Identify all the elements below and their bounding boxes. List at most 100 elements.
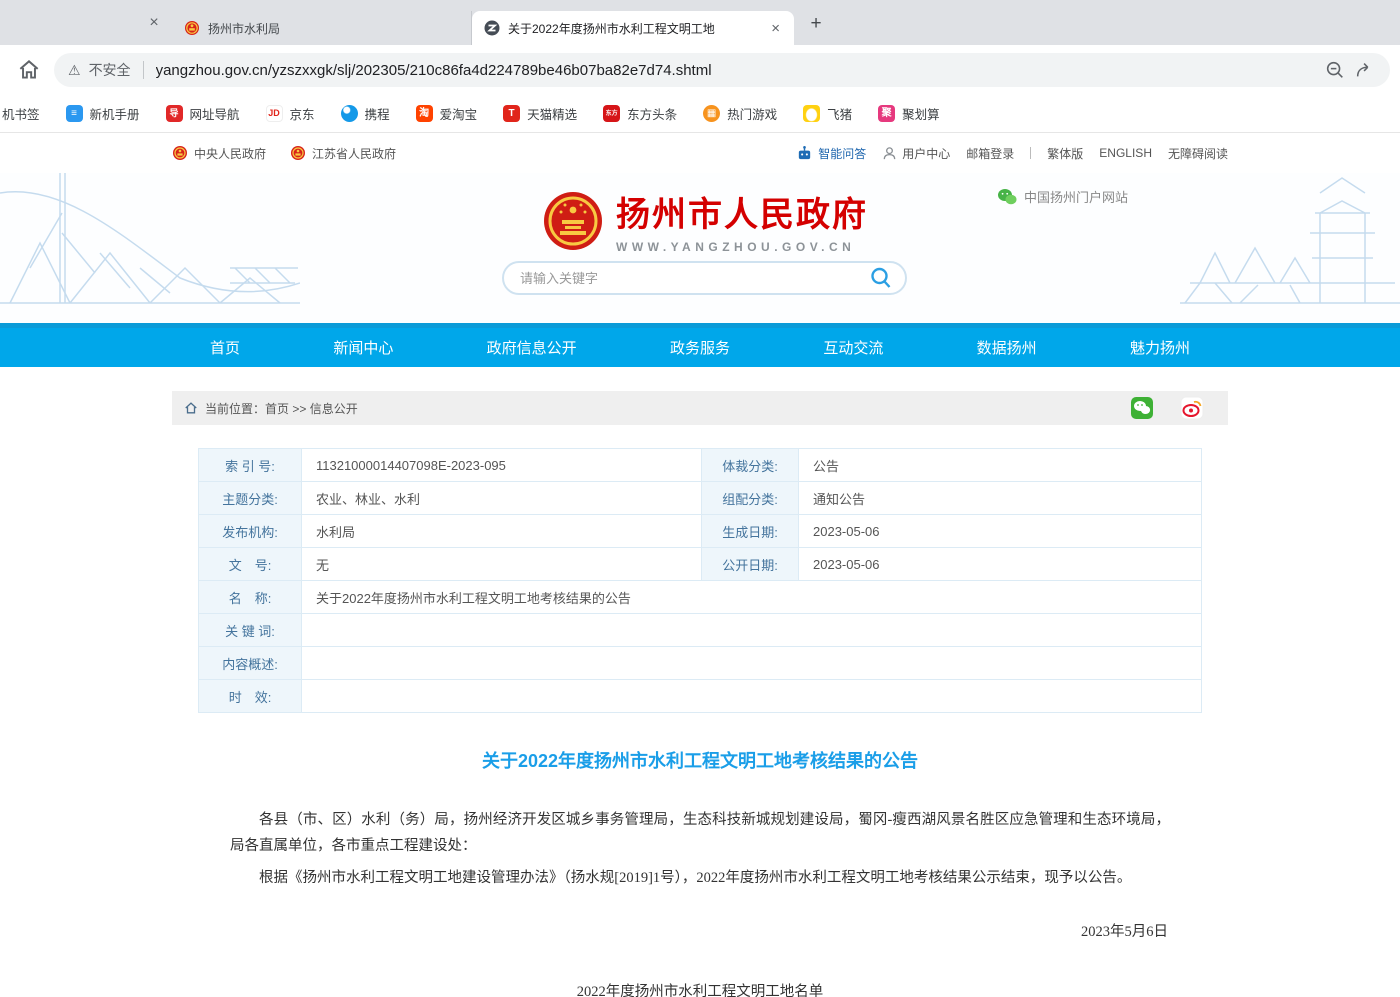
breadcrumb-path[interactable]: 首页 >> 信息公开 — [265, 400, 358, 417]
meta-value — [302, 614, 1202, 647]
tab-title: 扬州市水利局 — [208, 20, 459, 37]
breadcrumb: 当前位置： 首页 >> 信息公开 — [172, 391, 1228, 425]
manual-icon: ≡ — [66, 105, 83, 122]
site-header: 扬州市人民政府 WWW.YANGZHOU.GOV.CN 中国扬州门户网站 — [0, 173, 1400, 323]
link-label: 繁体版 — [1047, 145, 1083, 162]
taobao-icon: 淘 — [416, 105, 433, 122]
national-emblem — [542, 190, 604, 252]
bookmark-fliggy[interactable]: 飞猪 — [803, 104, 852, 123]
url-bar[interactable]: ⚠ 不安全 yangzhou.gov.cn/yzszxxgk/slj/20230… — [54, 53, 1390, 87]
gov-emblem-icon — [172, 145, 188, 161]
meta-row: 时 效: — [199, 680, 1202, 713]
home-icon[interactable] — [16, 57, 42, 83]
tmall-icon: T — [503, 105, 520, 122]
meta-label: 生成日期: — [702, 515, 799, 548]
link-central-gov[interactable]: 中央人民政府 — [172, 145, 266, 162]
tab-strip: × 扬州市水利局 关于2022年度扬州市水利工程文明工地 × + — [0, 0, 1400, 45]
site-brand[interactable]: 扬州市人民政府 WWW.YANGZHOU.GOV.CN — [542, 187, 868, 254]
meta-label: 索 引 号: — [199, 449, 302, 482]
bookmark-jd[interactable]: JD京东 — [266, 104, 315, 123]
meta-label: 发布机构: — [199, 515, 302, 548]
browser-tab[interactable]: 扬州市水利局 — [172, 11, 472, 45]
portal-label: 中国扬州门户网站 — [1024, 187, 1128, 206]
wechat-icon — [997, 188, 1017, 206]
meta-row: 名 称: 关于2022年度扬州市水利工程文明工地考核结果的公告 — [199, 581, 1202, 614]
nav-interaction[interactable]: 互动交流 — [823, 337, 883, 358]
nav-home[interactable]: 首页 — [210, 337, 240, 358]
meta-value — [302, 680, 1202, 713]
zoom-out-icon[interactable] — [1324, 59, 1346, 81]
article-title: 关于2022年度扬州市水利工程文明工地考核结果的公告 — [172, 747, 1228, 773]
site-url: WWW.YANGZHOU.GOV.CN — [616, 240, 868, 254]
meta-row: 发布机构: 水利局 生成日期: 2023-05-06 — [199, 515, 1202, 548]
search-box[interactable] — [502, 261, 907, 295]
url-text[interactable]: yangzhou.gov.cn/yzszxxgk/slj/202305/210c… — [156, 62, 1316, 79]
mail-login-link[interactable]: 邮箱登录 — [966, 145, 1014, 162]
meta-label: 主题分类: — [199, 482, 302, 515]
bookmark-label: 聚划算 — [902, 104, 940, 123]
gov-emblem-favicon — [184, 20, 200, 36]
bookmark-phone-bookmarks[interactable]: 机书签 — [2, 104, 40, 123]
article-paragraph: 根据《扬州市水利工程文明工地建设管理办法》（扬水规[2019]1号），2022年… — [230, 865, 1170, 891]
eastday-icon: 东方 — [603, 105, 620, 122]
weibo-share-icon[interactable] — [1180, 396, 1204, 420]
bookmark-eastday[interactable]: 东方东方头条 — [603, 104, 677, 123]
english-link[interactable]: ENGLISH — [1099, 146, 1152, 160]
bookmark-juhuasuan[interactable]: 聚聚划算 — [878, 104, 940, 123]
close-icon[interactable]: × — [769, 20, 782, 37]
browser-tab-active[interactable]: 关于2022年度扬州市水利工程文明工地 × — [472, 11, 794, 45]
meta-label: 内容概述: — [199, 647, 302, 680]
meta-label: 体裁分类: — [702, 449, 799, 482]
accessibility-link[interactable]: 无障碍阅读 — [1168, 145, 1228, 162]
bookmark-site-nav[interactable]: 导网址导航 — [166, 104, 240, 123]
bookmark-tmall[interactable]: T天猫精选 — [503, 104, 577, 123]
bookmark-label: 机书签 — [2, 104, 40, 123]
nav-data[interactable]: 数据扬州 — [977, 337, 1037, 358]
wechat-share-icon[interactable] — [1130, 396, 1154, 420]
nav-news[interactable]: 新闻中心 — [333, 337, 393, 358]
meta-value — [302, 647, 1202, 680]
gov-topbar: 中央人民政府 江苏省人民政府 智能问答 — [0, 133, 1400, 173]
portal-link[interactable]: 中国扬州门户网站 — [997, 187, 1128, 206]
meta-label: 时 效: — [199, 680, 302, 713]
nav-charm[interactable]: 魅力扬州 — [1130, 337, 1190, 358]
smart-qa-link[interactable]: 智能问答 — [796, 145, 866, 162]
share-icon[interactable] — [1354, 59, 1376, 81]
browser-logo-favicon — [484, 20, 500, 36]
search-icon[interactable] — [869, 266, 893, 290]
breadcrumb-label: 当前位置： — [205, 400, 265, 417]
link-label: 无障碍阅读 — [1168, 145, 1228, 162]
meta-value: 通知公告 — [799, 482, 1202, 515]
divider — [143, 61, 144, 79]
bookmark-label: 携程 — [365, 104, 390, 123]
new-tab-button[interactable]: + — [802, 10, 830, 38]
nav-info-disclosure[interactable]: 政府信息公开 — [487, 337, 577, 358]
link-jiangsu-gov[interactable]: 江苏省人民政府 — [290, 145, 396, 162]
bookmark-ctrip[interactable]: 携程 — [341, 104, 390, 123]
article-date: 2023年5月6日 — [230, 919, 1170, 945]
divider — [1030, 147, 1031, 159]
juhuasuan-icon: 聚 — [878, 105, 895, 122]
article-paragraph: 各县（市、区）水利（务）局，扬州经济开发区城乡事务管理局，生态科技新城规划建设局… — [230, 807, 1170, 859]
bookmark-label: 东方头条 — [627, 104, 677, 123]
bookmark-label: 爱淘宝 — [440, 104, 478, 123]
meta-row: 文 号: 无 公开日期: 2023-05-06 — [199, 548, 1202, 581]
link-label: ENGLISH — [1099, 146, 1152, 160]
search-input[interactable] — [520, 271, 869, 286]
meta-row: 内容概述: — [199, 647, 1202, 680]
user-center-link[interactable]: 用户中心 — [882, 145, 950, 162]
bookmark-label: 飞猪 — [827, 104, 852, 123]
meta-row: 关 键 词: — [199, 614, 1202, 647]
bookmark-hot-games[interactable]: ▦热门游戏 — [703, 104, 777, 123]
nav-services[interactable]: 政务服务 — [670, 337, 730, 358]
close-icon[interactable]: × — [140, 9, 168, 37]
bookmark-label: 网址导航 — [190, 104, 240, 123]
link-label: 用户中心 — [902, 145, 950, 162]
article-subtitle: 2022年度扬州市水利工程文明工地名单 — [230, 979, 1170, 997]
games-icon: ▦ — [703, 105, 720, 122]
article-body: 各县（市、区）水利（务）局，扬州经济开发区城乡事务管理局，生态科技新城规划建设局… — [230, 807, 1170, 997]
bookmark-aitaobao[interactable]: 淘爱淘宝 — [416, 104, 478, 123]
traditional-version-link[interactable]: 繁体版 — [1047, 145, 1083, 162]
meta-row: 索 引 号: 11321000014407098E-2023-095 体裁分类:… — [199, 449, 1202, 482]
bookmark-manual[interactable]: ≡新机手册 — [66, 104, 140, 123]
